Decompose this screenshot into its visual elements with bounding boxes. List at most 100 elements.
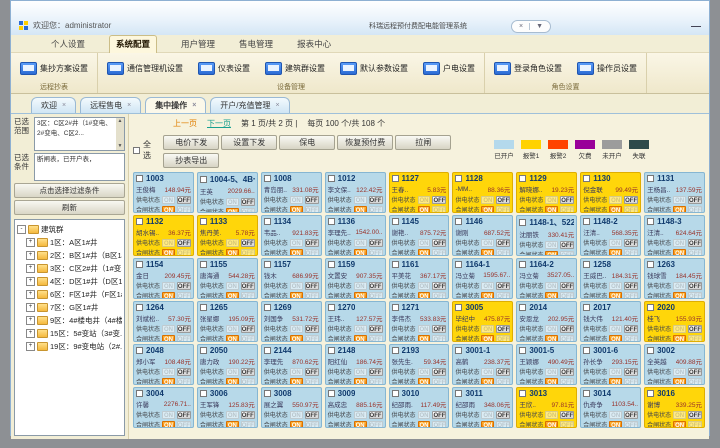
room-checkbox[interactable]	[519, 261, 526, 268]
switch-off-button[interactable]: OFF	[624, 378, 638, 386]
supply-off-button[interactable]: OFF	[305, 325, 319, 333]
supply-off-button[interactable]: OFF	[688, 368, 702, 376]
room-card[interactable]: 3006王军锋125.83元供电状态ONOFF合闸状态ONOFF	[197, 387, 258, 428]
supply-on-button[interactable]: ON	[290, 282, 303, 290]
menu-item[interactable]: 售电管理	[239, 38, 273, 50]
menu-item[interactable]: 系统配置	[109, 35, 157, 53]
supply-off-button[interactable]: OFF	[432, 196, 446, 204]
prev-page-link[interactable]: 上一页	[173, 118, 197, 129]
room-checkbox[interactable]	[200, 261, 207, 268]
switch-on-button[interactable]: ON	[481, 378, 494, 386]
switch-off-button[interactable]: OFF	[432, 249, 446, 257]
room-card[interactable]: 2014安恩龙202.95元供电状态ONOFF合闸状态ONOFF	[516, 301, 577, 342]
room-card[interactable]: 3004许馨2276.71..供电状态ONOFF合闸状态ONOFF	[133, 387, 194, 428]
switch-off-button[interactable]: OFF	[305, 249, 319, 257]
supply-off-button[interactable]: OFF	[560, 241, 574, 249]
supply-on-button[interactable]: ON	[545, 282, 558, 290]
room-card[interactable]: 3001-6孙长争293.15元供电状态ONOFF合闸状态ONOFF	[580, 344, 641, 385]
expand-icon[interactable]: +	[26, 303, 35, 312]
room-card[interactable]: 1136李理先..1542.00..供电状态ONOFF合闸状态ONOFF	[325, 215, 386, 256]
switch-on-button[interactable]: ON	[354, 335, 367, 343]
supply-on-button[interactable]: ON	[354, 325, 367, 333]
switch-off-button[interactable]: OFF	[369, 249, 383, 257]
supply-on-button[interactable]: ON	[290, 368, 303, 376]
room-card[interactable]: 1154金日209.45元供电状态ONOFF合闸状态ONOFF	[133, 258, 194, 299]
collapse-icon[interactable]: -	[17, 225, 26, 234]
switch-on-button[interactable]: ON	[418, 335, 431, 343]
room-card[interactable]: 2017钱大伟121.40元供电状态ONOFF合闸状态ONOFF	[580, 301, 641, 342]
room-checkbox[interactable]	[392, 304, 399, 311]
supply-on-button[interactable]: ON	[162, 325, 175, 333]
supply-on-button[interactable]: ON	[418, 196, 431, 204]
room-checkbox[interactable]	[392, 175, 399, 182]
tree-root[interactable]: -建筑群	[17, 224, 122, 235]
room-checkbox[interactable]	[583, 218, 590, 225]
supply-on-button[interactable]: ON	[609, 239, 622, 247]
switch-off-button[interactable]: OFF	[560, 335, 574, 343]
room-checkbox[interactable]	[519, 175, 526, 182]
supply-on-button[interactable]: ON	[481, 368, 494, 376]
room-card[interactable]: 2020桂飞155.93元供电状态ONOFF合闸状态ONOFF	[644, 301, 705, 342]
switch-on-button[interactable]: ON	[290, 249, 303, 257]
supply-on-button[interactable]: ON	[354, 411, 367, 419]
supply-on-button[interactable]: ON	[226, 368, 239, 376]
tree-node[interactable]: +15区：5#变站（3#变...	[26, 328, 122, 339]
supply-on-button[interactable]: ON	[545, 196, 558, 204]
room-checkbox[interactable]	[455, 175, 462, 182]
room-checkbox[interactable]	[647, 347, 654, 354]
supply-on-button[interactable]: ON	[226, 282, 239, 290]
switch-on-button[interactable]: ON	[162, 206, 175, 214]
supply-on-button[interactable]: ON	[162, 368, 175, 376]
supply-off-button[interactable]: OFF	[369, 196, 383, 204]
switch-on-button[interactable]: ON	[226, 292, 239, 300]
room-checkbox[interactable]	[392, 347, 399, 354]
room-checkbox[interactable]	[264, 261, 271, 268]
room-checkbox[interactable]	[328, 347, 335, 354]
switch-off-button[interactable]: OFF	[496, 335, 510, 343]
supply-off-button[interactable]: OFF	[177, 411, 191, 419]
room-card[interactable]: 1132胡水锡..36.37元供电状态ONOFF合闸状态ONOFF	[133, 215, 194, 256]
supply-off-button[interactable]: OFF	[688, 282, 702, 290]
switch-on-button[interactable]: ON	[354, 206, 367, 214]
switch-on-button[interactable]: ON	[481, 421, 494, 429]
switch-off-button[interactable]: OFF	[369, 206, 383, 214]
supply-off-button[interactable]: OFF	[432, 282, 446, 290]
room-checkbox[interactable]	[455, 218, 462, 225]
supply-off-button[interactable]: OFF	[369, 411, 383, 419]
supply-off-button[interactable]: OFF	[305, 196, 319, 204]
supply-on-button[interactable]: ON	[226, 198, 239, 206]
supply-on-button[interactable]: ON	[673, 239, 686, 247]
room-card[interactable]: 1269刘国争531.72元供电状态ONOFF合闸状态ONOFF	[261, 301, 322, 342]
supply-off-button[interactable]: OFF	[624, 411, 638, 419]
tree-node[interactable]: +19区：9#变电站（2#...	[26, 341, 122, 352]
supply-off-button[interactable]: OFF	[688, 196, 702, 204]
room-checkbox[interactable]	[455, 261, 462, 268]
switch-on-button[interactable]: ON	[354, 292, 367, 300]
switch-on-button[interactable]: ON	[226, 421, 239, 429]
switch-off-button[interactable]: OFF	[177, 335, 191, 343]
room-card[interactable]: 3001-1高鹤238.37元供电状态ONOFF合闸状态ONOFF	[452, 344, 513, 385]
room-checkbox[interactable]	[136, 261, 143, 268]
supply-on-button[interactable]: ON	[290, 411, 303, 419]
expand-icon[interactable]: +	[26, 342, 35, 351]
switch-off-button[interactable]: OFF	[688, 206, 702, 214]
supply-on-button[interactable]: ON	[418, 239, 431, 247]
room-checkbox[interactable]	[264, 304, 271, 311]
supply-off-button[interactable]: OFF	[432, 325, 446, 333]
supply-on-button[interactable]: ON	[418, 368, 431, 376]
switch-off-button[interactable]: OFF	[496, 421, 510, 429]
expand-icon[interactable]: +	[26, 238, 35, 247]
tree-node[interactable]: +6区：F区1#井（F区1#...	[26, 289, 122, 300]
switch-off-button[interactable]: OFF	[560, 378, 574, 386]
switch-off-button[interactable]: OFF	[305, 421, 319, 429]
switch-on-button[interactable]: ON	[290, 378, 303, 386]
room-checkbox[interactable]	[136, 390, 143, 397]
room-card[interactable]: 1161平美花367.17元供电状态ONOFF合闸状态ONOFF	[389, 258, 450, 299]
ribbon-button[interactable]: 通信管理机设置	[107, 62, 183, 75]
supply-off-button[interactable]: OFF	[369, 239, 383, 247]
supply-on-button[interactable]: ON	[418, 282, 431, 290]
room-card[interactable]: 3014仇奇争1103.54..供电状态ONOFF合闸状态ONOFF	[580, 387, 641, 428]
room-card[interactable]: 1146谢刚687.52元供电状态ONOFF合闸状态ONOFF	[452, 215, 513, 256]
ribbon-button[interactable]: 仪表设置	[198, 62, 250, 75]
ribbon-button[interactable]: 建筑群设置	[265, 62, 325, 75]
